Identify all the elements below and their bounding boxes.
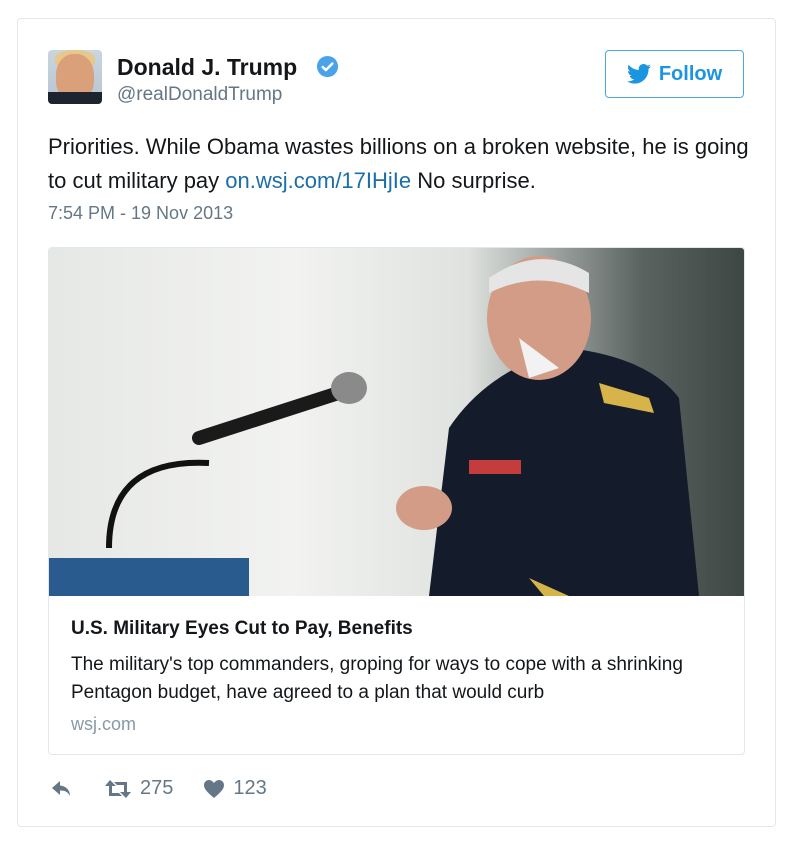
user-name[interactable]: Donald J. Trump [117, 54, 297, 81]
user-handle[interactable]: @realDonaldTrump [117, 84, 282, 106]
heart-icon [204, 779, 225, 798]
link-preview-card[interactable]: U.S. Military Eyes Cut to Pay, Benefits … [48, 247, 745, 755]
reply-icon [52, 780, 70, 796]
verified-badge-icon [316, 55, 339, 78]
article-description: The military's top commanders, groping f… [71, 654, 683, 703]
twitter-bird-icon [626, 64, 651, 84]
tweet-link[interactable]: on.wsj.com/17IHjIe [225, 168, 411, 193]
like-button[interactable]: 123 [203, 777, 267, 800]
avatar[interactable] [48, 50, 102, 104]
follow-label: Follow [658, 62, 723, 85]
retweet-icon [105, 779, 131, 798]
reply-button[interactable] [50, 779, 74, 799]
tweet-text-end: No surprise. [411, 168, 536, 193]
article-domain: wsj.com [71, 714, 137, 734]
article-photo [49, 248, 744, 596]
article-title: U.S. Military Eyes Cut to Pay, Benefits [71, 618, 413, 639]
follow-button[interactable]: Follow [605, 50, 744, 98]
retweet-count: 275 [140, 777, 174, 799]
like-count: 123 [233, 777, 267, 799]
tweet-text: Priorities. While Obama wastes billions … [48, 130, 758, 198]
tweet-actions: 275 123 [50, 777, 297, 800]
retweet-button[interactable]: 275 [104, 777, 173, 800]
timestamp[interactable]: 7:54 PM - 19 Nov 2013 [48, 203, 233, 224]
